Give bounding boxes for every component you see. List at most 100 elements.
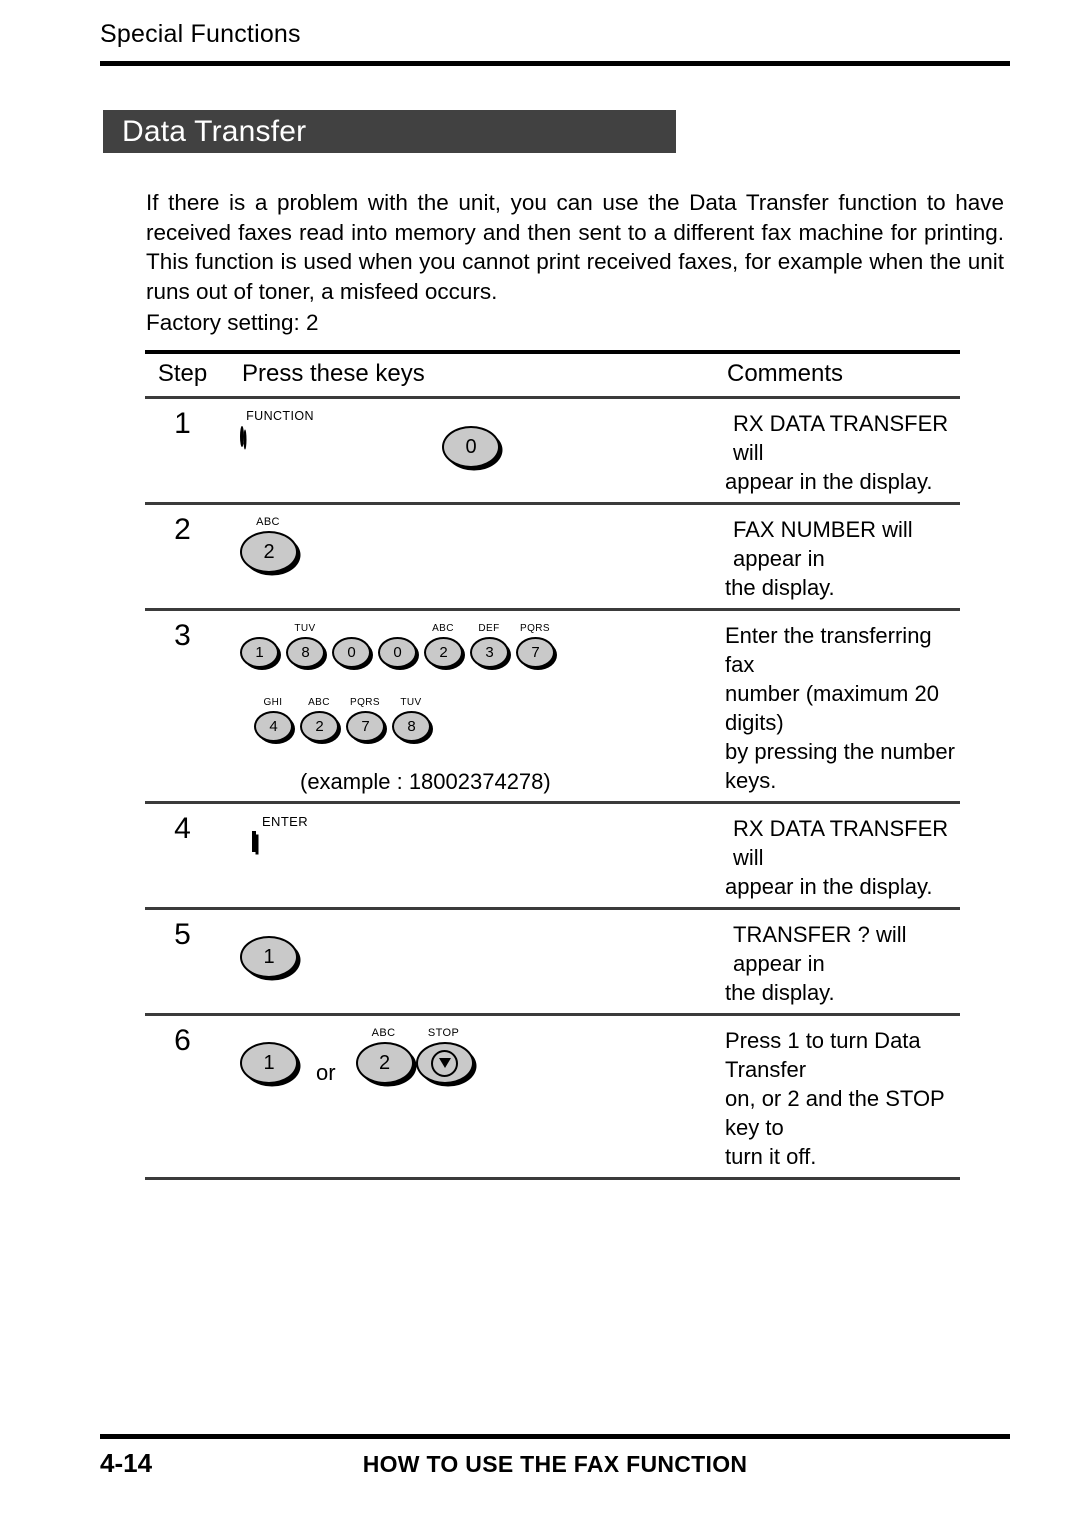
step-comment: TRANSFER ? will appear in the display.	[665, 916, 960, 1007]
running-header-title: Special Functions	[100, 20, 301, 48]
enter-key-label: ENTER	[261, 814, 309, 829]
footer-divider	[100, 1434, 1010, 1439]
comment-line: on, or 2 and the STOP key to	[725, 1086, 945, 1140]
step-comment: RX DATA TRANSFER will appear in the disp…	[665, 405, 960, 496]
numeric-key-0-second[interactable]: 0	[378, 623, 417, 683]
footer-title: HOW TO USE THE FAX FUNCTION	[362, 1451, 748, 1477]
numeric-key-8-second-digit: 8	[392, 711, 431, 742]
numeric-key-7-letters: PQRS	[520, 623, 550, 634]
function-key-label: FUNCTION	[246, 409, 314, 423]
step-keys: ENTER	[220, 810, 665, 873]
function-key[interactable]: FUNCTION	[240, 409, 330, 478]
numeric-key-8-digit: 8	[286, 637, 325, 668]
comment-line: appear in the display.	[725, 874, 933, 899]
numeric-key-0-second-digit: 0	[378, 637, 417, 668]
numeric-key-7[interactable]: PQRS 7	[516, 623, 555, 683]
comment-line: the display.	[725, 980, 835, 1005]
numeric-key-4-letters: GHI	[263, 697, 283, 708]
numeric-key-0[interactable]: 0	[332, 623, 371, 683]
table-row: 5 1 TRANSFER ? will appear in the displa…	[145, 910, 960, 1013]
steps-table: Step Press these keys Comments 1 FUNCTIO…	[145, 350, 960, 1180]
numeric-key-1[interactable]: 1	[240, 623, 279, 683]
numeric-key-2-second[interactable]: ABC 2	[300, 697, 339, 757]
step-keys: FUNCTION 0	[220, 405, 665, 478]
numeric-key-2-second-digit: 2	[300, 711, 339, 742]
table-row: 2 ABC 2 FAX NUMBER will appear in the di…	[145, 505, 960, 608]
step-comment: RX DATA TRANSFER will appear in the disp…	[665, 810, 960, 901]
numeric-key-1-digit: 1	[240, 637, 279, 668]
comment-line: by pressing the number keys.	[725, 739, 955, 793]
numeric-key-2[interactable]: ABC 2	[240, 516, 298, 583]
numeric-key-7-second[interactable]: PQRS 7	[346, 697, 385, 757]
numeric-key-3[interactable]: DEF 3	[470, 623, 509, 683]
step-number: 5	[174, 918, 191, 951]
numeric-key-2-second-letters: ABC	[308, 697, 330, 708]
table-row: 6 1 or ABC 2 STOP Press 1 to turn Data T…	[145, 1016, 960, 1177]
header-divider	[100, 61, 1010, 66]
factory-setting-text: Factory setting: 2	[146, 310, 319, 335]
page-footer: 4-14 HOW TO USE THE FAX FUNCTION	[100, 1448, 1010, 1488]
numeric-key-1-digit: 1	[240, 1042, 298, 1084]
table-header-row: Step Press these keys Comments	[145, 354, 960, 396]
step-comment: FAX NUMBER will appear in the display.	[665, 511, 960, 602]
numeric-key-2-digit: 2	[355, 1042, 414, 1084]
numeric-key-1[interactable]: 1	[240, 922, 298, 988]
column-header-keys: Press these keys	[242, 360, 425, 387]
comment-line: FAX NUMBER will appear in	[733, 517, 913, 571]
column-header-comments: Comments	[727, 360, 844, 387]
step-keys: 1 or ABC 2 STOP	[220, 1022, 665, 1094]
numeric-key-4[interactable]: GHI 4	[254, 697, 293, 757]
numeric-key-2-digit: 2	[424, 637, 463, 668]
numeric-key-2-digit: 2	[240, 531, 298, 573]
comment-line: Enter the transferring fax	[725, 623, 932, 677]
step-number: 3	[174, 619, 191, 652]
stop-icon	[431, 1049, 459, 1077]
stop-key[interactable]: STOP	[415, 1028, 474, 1094]
step-keys: ABC 2	[220, 511, 665, 583]
column-header-step: Step	[157, 360, 208, 387]
function-key-cap	[240, 426, 244, 447]
numeric-key-8-second[interactable]: TUV 8	[392, 697, 431, 757]
numeric-key-3-digit: 3	[470, 637, 509, 668]
step-comment: Enter the transferring fax number (maxim…	[665, 617, 960, 795]
numeric-key-0[interactable]: 0	[442, 412, 500, 478]
numeric-key-8-letters: TUV	[294, 623, 316, 634]
table-row: 3 1 TUV 8 0 0 ABC 2 DEF 3 PQRS 7 GHI 4 A…	[145, 611, 960, 801]
numeric-key-0-digit: 0	[442, 426, 500, 468]
numeric-key-2[interactable]: ABC 2	[355, 1027, 414, 1094]
step-number: 4	[174, 812, 191, 845]
step-number: 2	[174, 513, 191, 546]
table-row: 1 FUNCTION 0 RX DATA TRANSFER will appea…	[145, 399, 960, 502]
numeric-key-7-second-digit: 7	[346, 711, 385, 742]
keypad-row-2: GHI 4 ABC 2 PQRS 7 TUV 8	[240, 697, 665, 757]
numeric-key-2-letters: ABC	[256, 516, 280, 528]
stop-triangle-icon	[438, 1058, 451, 1068]
example-text: (example : 18002374278)	[300, 769, 551, 794]
step-comment: Press 1 to turn Data Transfer on, or 2 a…	[665, 1022, 960, 1171]
numeric-key-2[interactable]: ABC 2	[424, 623, 463, 683]
numeric-key-7-second-letters: PQRS	[350, 697, 380, 708]
numeric-key-8-second-letters: TUV	[400, 697, 422, 708]
enter-key[interactable]: ENTER	[252, 814, 318, 873]
running-header: Special Functions	[100, 20, 1010, 49]
numeric-key-8[interactable]: TUV 8	[286, 623, 325, 683]
comment-line: RX DATA TRANSFER will	[733, 411, 949, 465]
stop-key-cap	[415, 1042, 474, 1084]
enter-key-cap	[252, 831, 256, 852]
numeric-key-1[interactable]: 1	[240, 1028, 298, 1094]
keypad-row-1: 1 TUV 8 0 0 ABC 2 DEF 3 PQRS 7	[240, 623, 665, 683]
numeric-key-3-letters: DEF	[478, 623, 500, 634]
comment-line: RX DATA TRANSFER will	[733, 816, 949, 870]
numeric-key-2-letters: ABC	[371, 1027, 396, 1039]
comment-line: TRANSFER ? will appear in	[733, 922, 907, 976]
step-keys: 1 TUV 8 0 0 ABC 2 DEF 3 PQRS 7 GHI 4 ABC…	[220, 617, 665, 795]
numeric-key-1-digit: 1	[240, 936, 298, 978]
comment-line: turn it off.	[725, 1144, 817, 1169]
comment-line: Press 1 to turn Data Transfer	[725, 1028, 921, 1082]
table-row: 4 ENTER RX DATA TRANSFER will appear in …	[145, 804, 960, 907]
section-title: Data Transfer	[122, 114, 307, 148]
table-bottom-rule	[145, 1177, 960, 1180]
comment-line: the display.	[725, 575, 835, 600]
step-number: 6	[174, 1024, 191, 1057]
step-number: 1	[174, 407, 191, 440]
